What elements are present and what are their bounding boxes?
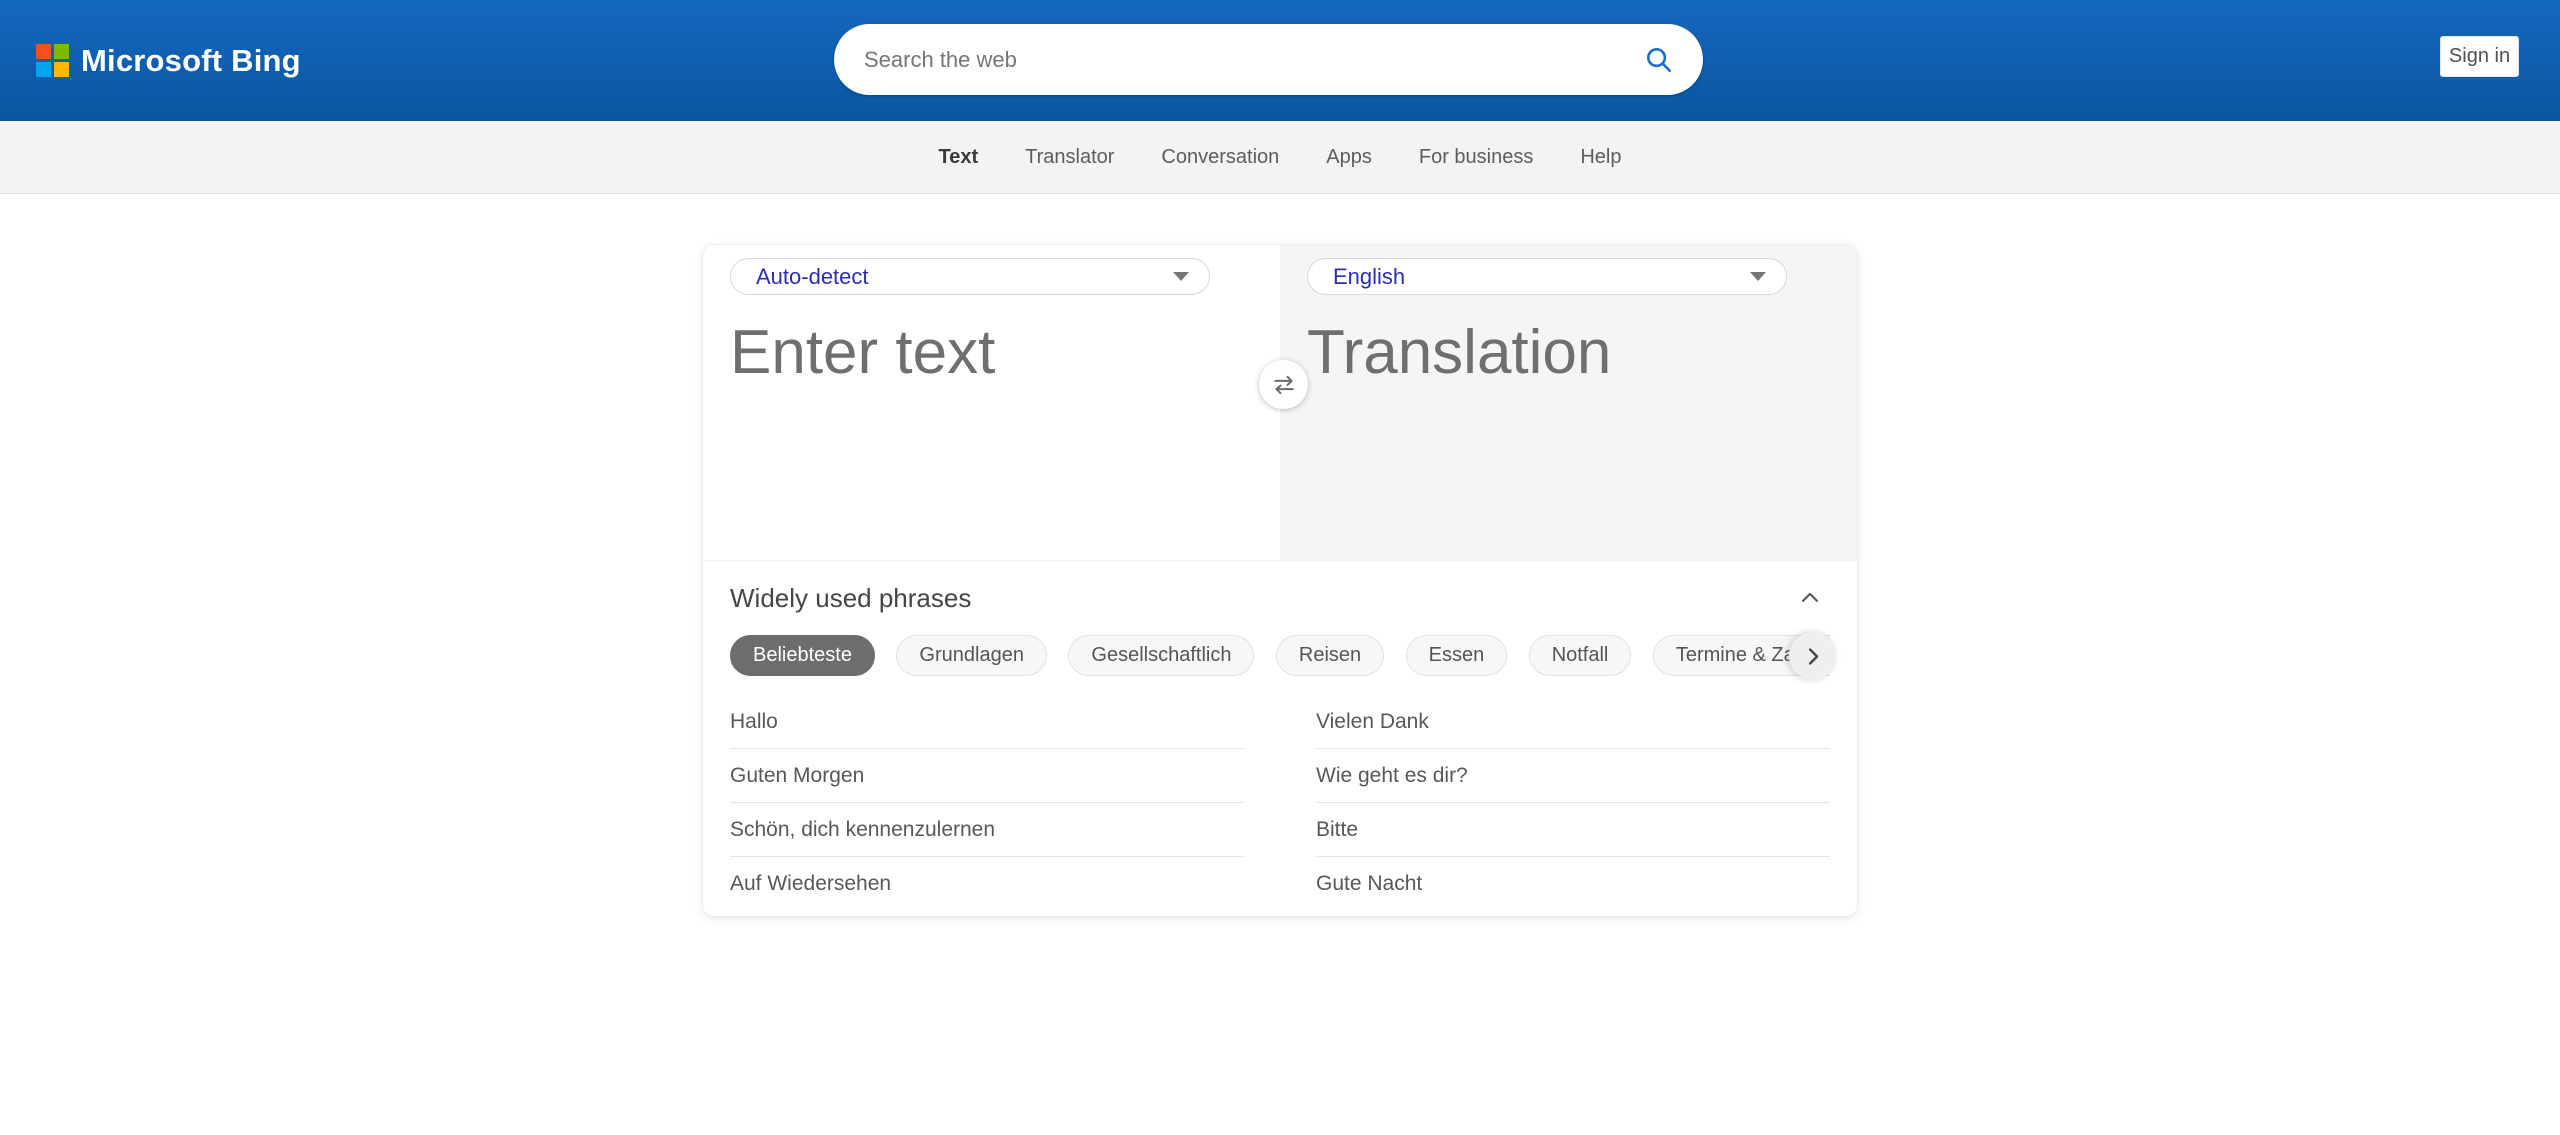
source-text-input[interactable] — [730, 317, 1253, 542]
tab-apps[interactable]: Apps — [1326, 146, 1372, 169]
phrases-title: Widely used phrases — [730, 582, 972, 613]
top-nav: Text Translator Conversation Apps For bu… — [0, 121, 2560, 194]
scroll-chips-right-button[interactable] — [1789, 632, 1836, 680]
phrases-header: Widely used phrases — [730, 561, 1830, 615]
phrase-list: Hallo Guten Morgen Schön, dich kennenzul… — [730, 695, 1830, 911]
phrase-item[interactable]: Bitte — [1316, 803, 1830, 857]
translator-card: Auto-detect English — [703, 245, 1857, 916]
microsoft-logo-icon — [36, 44, 69, 77]
phrase-item[interactable]: Gute Nacht — [1316, 857, 1830, 911]
target-panel: English — [1280, 245, 1857, 560]
source-panel: Auto-detect — [703, 245, 1280, 560]
chip-grundlagen[interactable]: Grundlagen — [896, 635, 1047, 676]
phrase-item[interactable]: Vielen Dank — [1316, 695, 1830, 749]
phrase-column-left: Hallo Guten Morgen Schön, dich kennenzul… — [730, 695, 1244, 911]
chip-notfall[interactable]: Notfall — [1528, 635, 1632, 676]
collapse-phrases-button[interactable] — [1790, 581, 1830, 615]
translation-output — [1307, 317, 1830, 542]
phrase-item[interactable]: Hallo — [730, 695, 1244, 749]
tab-help[interactable]: Help — [1580, 146, 1621, 169]
phrase-item[interactable]: Guten Morgen — [730, 749, 1244, 803]
tab-translator[interactable]: Translator — [1025, 146, 1114, 169]
swap-languages-button[interactable] — [1259, 360, 1308, 409]
translator-panels: Auto-detect English — [703, 245, 1857, 560]
search-button[interactable] — [1637, 38, 1681, 82]
caret-down-icon — [1750, 272, 1766, 281]
bing-logo-link[interactable]: Microsoft Bing — [36, 43, 301, 79]
category-chips-scroller: Beliebteste Grundlagen Gesellschaftlich … — [730, 635, 1830, 677]
tab-for-business[interactable]: For business — [1419, 146, 1534, 169]
target-language-dropdown[interactable]: English — [1307, 258, 1787, 295]
sign-in-button[interactable]: Sign in — [2440, 36, 2519, 77]
chip-reisen[interactable]: Reisen — [1275, 635, 1385, 676]
tab-text[interactable]: Text — [938, 146, 978, 169]
main-content: Auto-detect English — [0, 245, 2560, 1135]
chevron-right-icon — [1808, 647, 1818, 665]
source-language-dropdown[interactable]: Auto-detect — [730, 258, 1210, 295]
phrases-section: Widely used phrases Beliebteste Grundlag… — [703, 560, 1857, 911]
search-input[interactable] — [864, 46, 1637, 73]
phrase-column-right: Vielen Dank Wie geht es dir? Bitte Gute … — [1316, 695, 1830, 911]
chip-beliebteste[interactable]: Beliebteste — [730, 635, 875, 676]
target-language-value: English — [1333, 263, 1406, 289]
phrase-item[interactable]: Wie geht es dir? — [1316, 749, 1830, 803]
search-icon — [1647, 47, 1671, 72]
web-search-bar — [834, 24, 1703, 95]
caret-down-icon — [1173, 272, 1189, 281]
swap-horizontal-icon — [1273, 375, 1294, 394]
header: Microsoft Bing Sign in — [0, 0, 2560, 121]
phrase-item[interactable]: Auf Wiedersehen — [730, 857, 1244, 911]
chip-essen[interactable]: Essen — [1405, 635, 1508, 676]
tab-conversation[interactable]: Conversation — [1161, 146, 1279, 169]
category-chips-row: Beliebteste Grundlagen Gesellschaftlich … — [730, 632, 1836, 680]
chip-gesellschaftlich[interactable]: Gesellschaftlich — [1068, 635, 1255, 676]
phrase-item[interactable]: Schön, dich kennenzulernen — [730, 803, 1244, 857]
chevron-up-icon — [1801, 592, 1819, 602]
brand-title: Microsoft Bing — [81, 42, 301, 78]
source-language-value: Auto-detect — [756, 263, 869, 289]
